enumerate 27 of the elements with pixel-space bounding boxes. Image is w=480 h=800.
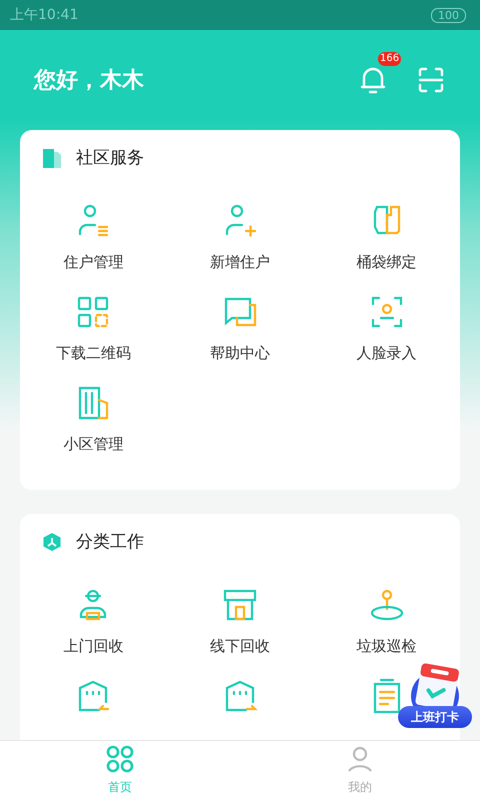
scan-button[interactable] bbox=[416, 65, 446, 95]
person-icon bbox=[346, 745, 374, 773]
notification-count: 166 bbox=[378, 52, 402, 66]
service-label[interactable]: 下载二维码 bbox=[56, 344, 131, 363]
service-label[interactable]: 小区管理 bbox=[63, 435, 124, 454]
location-pin-icon bbox=[368, 587, 405, 623]
status-time: 上午10:41 bbox=[10, 6, 78, 24]
service-label[interactable]: 人脸录入 bbox=[356, 344, 417, 363]
service-label[interactable]: 垃圾巡检 bbox=[356, 637, 417, 656]
grid-icon bbox=[106, 745, 134, 773]
service-label[interactable]: 新增住户 bbox=[210, 253, 270, 272]
bell-icon bbox=[360, 66, 386, 94]
section-title: 社区服务 bbox=[76, 147, 144, 169]
service-label[interactable]: 线下回收 bbox=[210, 637, 270, 656]
service-label[interactable]: 桶袋绑定 bbox=[356, 253, 417, 272]
greeting: 您好，木木 bbox=[34, 67, 145, 95]
notification-button[interactable] bbox=[360, 66, 386, 94]
service-label[interactable]: 上门回收 bbox=[63, 637, 124, 656]
scan-icon bbox=[418, 67, 444, 93]
battery-icon: 100 bbox=[431, 8, 466, 22]
folder-icon bbox=[42, 148, 62, 168]
store-icon bbox=[222, 587, 258, 623]
check-in-button[interactable]: 上班打卡 bbox=[398, 660, 472, 728]
service-label[interactable]: 帮助中心 bbox=[210, 344, 270, 363]
service-label[interactable]: 住户管理 bbox=[63, 253, 124, 272]
hexagon-icon bbox=[42, 532, 62, 552]
section-title: 分类工作 bbox=[76, 531, 144, 553]
